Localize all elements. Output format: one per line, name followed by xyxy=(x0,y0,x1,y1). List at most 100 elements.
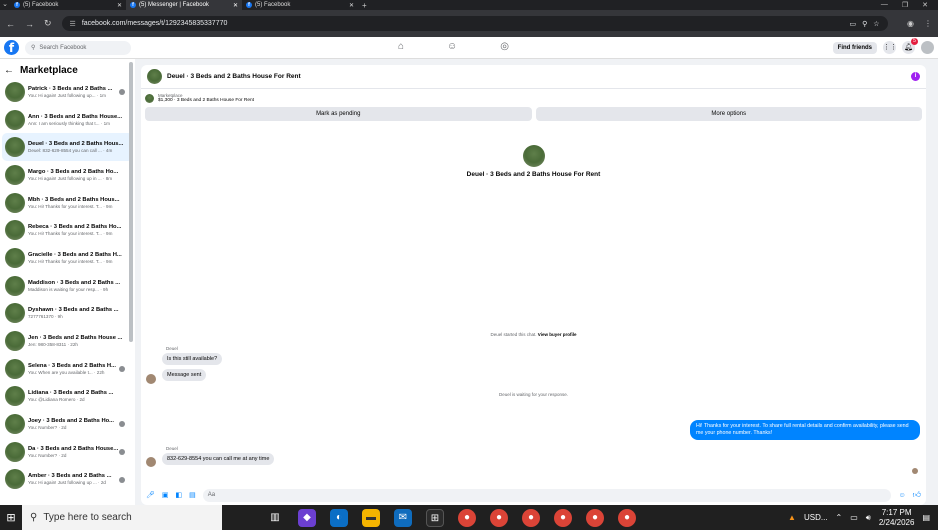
currency-ticker-icon[interactable]: ▲ xyxy=(788,513,796,522)
menu-kebab-icon[interactable]: ⋮ xyxy=(924,19,932,28)
notifications-bell-icon[interactable]: 🔔︎ 5 xyxy=(902,38,918,54)
network-icon[interactable]: ▭ xyxy=(850,513,858,522)
conversation-item[interactable]: Maddison · 3 Beds and 2 Baths ... Maddiso… xyxy=(2,272,133,300)
chrome-icon[interactable]: ● xyxy=(618,508,636,527)
browser-tab-3[interactable]: f (5) Facebook ✕ xyxy=(242,0,358,10)
like-thumb-icon[interactable]: 👍︎ xyxy=(913,490,921,500)
message-input[interactable]: Aa xyxy=(202,488,892,502)
windows-start-icon[interactable]: ⊞ xyxy=(0,511,22,524)
sender-avatar[interactable] xyxy=(146,457,156,467)
seen-avatar-icon xyxy=(119,448,125,455)
chrome-icon[interactable]: ● xyxy=(522,508,540,527)
chrome-icon[interactable]: ● xyxy=(586,508,604,527)
conversation-thumbnail xyxy=(5,441,25,462)
notification-center-icon[interactable]: ▤ xyxy=(922,513,930,522)
search-box[interactable]: ⚲ Search Facebook xyxy=(25,40,131,55)
minimize-icon[interactable]: — xyxy=(881,1,888,9)
close-window-icon[interactable]: ✕ xyxy=(922,1,928,9)
sidebar-scrollbar[interactable] xyxy=(129,62,133,342)
chrome-icon[interactable]: ● xyxy=(490,508,508,527)
conversation-name: Amber · 3 Beds and 2 Baths ... xyxy=(28,473,112,480)
conversation-item[interactable]: Amber · 3 Beds and 2 Baths ... You: Hi ag… xyxy=(2,466,133,494)
conversation-item[interactable]: Joey · 3 Beds and 2 Baths Ho... You: Numb… xyxy=(2,410,133,438)
close-tab-icon[interactable]: ✕ xyxy=(117,2,122,9)
mark-as-pending-button[interactable]: Mark as pending xyxy=(145,107,532,121)
chat-title[interactable]: Deuel · 3 Beds and 2 Baths House For Ren… xyxy=(167,73,301,80)
conversation-item[interactable]: Rebeca · 3 Beds and 2 Baths Ho... You: Hi… xyxy=(2,216,133,244)
conversation-item[interactable]: Gracielle · 3 Beds and 2 Baths H... You: … xyxy=(2,244,133,272)
emoji-icon[interactable]: ☺ xyxy=(898,492,905,499)
taskbar-search-placeholder: Type here to search xyxy=(43,512,132,523)
conversation-thumbnail xyxy=(5,469,25,490)
conversation-item[interactable]: Selena · 3 Beds and 2 Baths H... You: Whe… xyxy=(2,355,133,383)
find-friends-button[interactable]: Find friends xyxy=(832,41,877,54)
volume-icon[interactable]: 🔊︎ xyxy=(866,513,871,523)
account-avatar[interactable] xyxy=(921,41,934,54)
conversation-name: Patrick · 3 Beds and 2 Baths ... xyxy=(28,85,113,92)
sender-avatar[interactable] xyxy=(146,374,156,384)
listing-thumbnail xyxy=(145,93,154,103)
conversation-item[interactable]: Deuel · 3 Beds and 2 Baths Hous... Deuel:… xyxy=(2,133,133,162)
conversation-name: Joey · 3 Beds and 2 Baths Ho... xyxy=(28,418,115,425)
conversation-text: Maddison · 3 Beds and 2 Baths ... Maddiso… xyxy=(28,280,123,292)
address-bar[interactable]: ☰ facebook.com/messages/t/12923458353377… xyxy=(61,16,888,31)
friends-icon[interactable]: ☺ xyxy=(447,41,457,52)
listing-summary[interactable]: Marketplace $1,300 · 3 Beds and 2 Baths … xyxy=(141,89,926,105)
conversation-item[interactable]: Margo · 3 Beds and 2 Baths Ho... You: Hi … xyxy=(2,161,133,189)
chat-listing-thumbnail[interactable] xyxy=(147,69,162,84)
facebook-logo-icon[interactable]: f xyxy=(4,40,19,55)
conversation-info-icon[interactable]: i xyxy=(911,72,920,81)
conversation-item[interactable]: Patrick · 3 Beds and 2 Baths ... You: Hi … xyxy=(2,78,133,106)
conversation-item[interactable]: Mbh · 3 Beds and 2 Baths Hous... You: Hi!… xyxy=(2,189,133,217)
task-view-icon[interactable]: ▥ xyxy=(266,509,284,527)
window-controls: — ❐ ✕ xyxy=(881,1,938,9)
copilot-icon[interactable]: ◆ xyxy=(298,508,316,527)
mail-icon[interactable]: ✉ xyxy=(394,508,412,527)
back-icon[interactable]: ← xyxy=(6,19,15,29)
browser-tab-bar: ⌄ f (5) Facebook ✕ f (5) Messenger | Fac… xyxy=(0,0,938,10)
close-tab-icon[interactable]: ✕ xyxy=(233,2,238,9)
reload-icon[interactable]: ↻ xyxy=(44,18,52,29)
microphone-icon[interactable]: 🎤︎ xyxy=(146,491,155,499)
tray-chevron-icon[interactable]: ⌃ xyxy=(836,513,843,522)
browser-tab-2[interactable]: f (5) Messenger | Facebook ✕ xyxy=(126,0,242,10)
conversation-preview: Deuel: 832-629-8554 you can call ... · 4… xyxy=(28,148,113,154)
conversation-item[interactable]: Dyshawn · 3 Beds and 2 Baths ... 72777613… xyxy=(2,300,133,328)
profile-icon[interactable]: ◉ xyxy=(907,19,914,28)
conversation-name: Mbh · 3 Beds and 2 Baths Hous... xyxy=(28,196,120,203)
view-buyer-profile-link[interactable]: View buyer profile xyxy=(538,332,577,337)
header-actions: Find friends ⋮⋮ 🔔︎ 5 xyxy=(832,38,934,54)
gaming-icon[interactable]: ◎ xyxy=(500,41,509,52)
file-explorer-icon[interactable]: ▬ xyxy=(362,508,380,527)
taskbar-clock[interactable]: 7:17 PM 2/24/2026 xyxy=(879,508,915,528)
search-icon: ⚲ xyxy=(31,45,36,51)
edge-icon[interactable]: ◐ xyxy=(330,508,348,527)
sticker-icon[interactable]: ◧ xyxy=(176,491,183,499)
close-tab-icon[interactable]: ✕ xyxy=(349,2,354,9)
conversation-item[interactable]: Ann · 3 Beds and 2 Baths House... Ann: I … xyxy=(2,106,133,134)
restore-icon[interactable]: ❐ xyxy=(902,1,908,9)
gif-icon[interactable]: ▤ xyxy=(189,491,196,499)
chrome-icon[interactable]: ● xyxy=(554,508,572,527)
conversation-item[interactable]: Da · 3 Beds and 2 Baths House... You: Num… xyxy=(2,438,133,466)
back-arrow-icon[interactable]: ← xyxy=(4,65,14,76)
conversation-item[interactable]: Jen · 3 Beds and 2 Baths House ... Jen: 9… xyxy=(2,327,133,355)
forward-icon[interactable]: → xyxy=(25,19,34,29)
chrome-icon[interactable]: ● xyxy=(458,508,476,527)
site-info-icon[interactable]: ☰ xyxy=(70,20,76,28)
new-tab-icon[interactable]: + xyxy=(358,1,371,10)
tab-search-icon[interactable]: ⌄ xyxy=(0,0,10,10)
bookmark-star-icon[interactable]: ☆ xyxy=(873,20,879,28)
currency-ticker[interactable]: USD... xyxy=(804,513,828,522)
browser-tab-1[interactable]: f (5) Facebook ✕ xyxy=(10,0,126,10)
install-icon[interactable]: ▭ xyxy=(850,20,857,28)
store-icon[interactable]: ⊞ xyxy=(426,508,444,527)
photo-icon[interactable]: ▣ xyxy=(162,491,169,499)
conversation-item[interactable]: Lidiana · 3 Beds and 2 Baths ... You: @Li… xyxy=(2,383,133,411)
more-options-button[interactable]: More options xyxy=(535,107,922,121)
sidebar-title: Marketplace xyxy=(20,65,78,76)
taskbar-search[interactable]: ⚲ Type here to search xyxy=(22,505,222,530)
zoom-icon[interactable]: ⚲ xyxy=(862,20,867,28)
menu-grid-icon[interactable]: ⋮⋮ xyxy=(883,41,897,54)
home-icon[interactable]: ⌂ xyxy=(398,41,404,52)
